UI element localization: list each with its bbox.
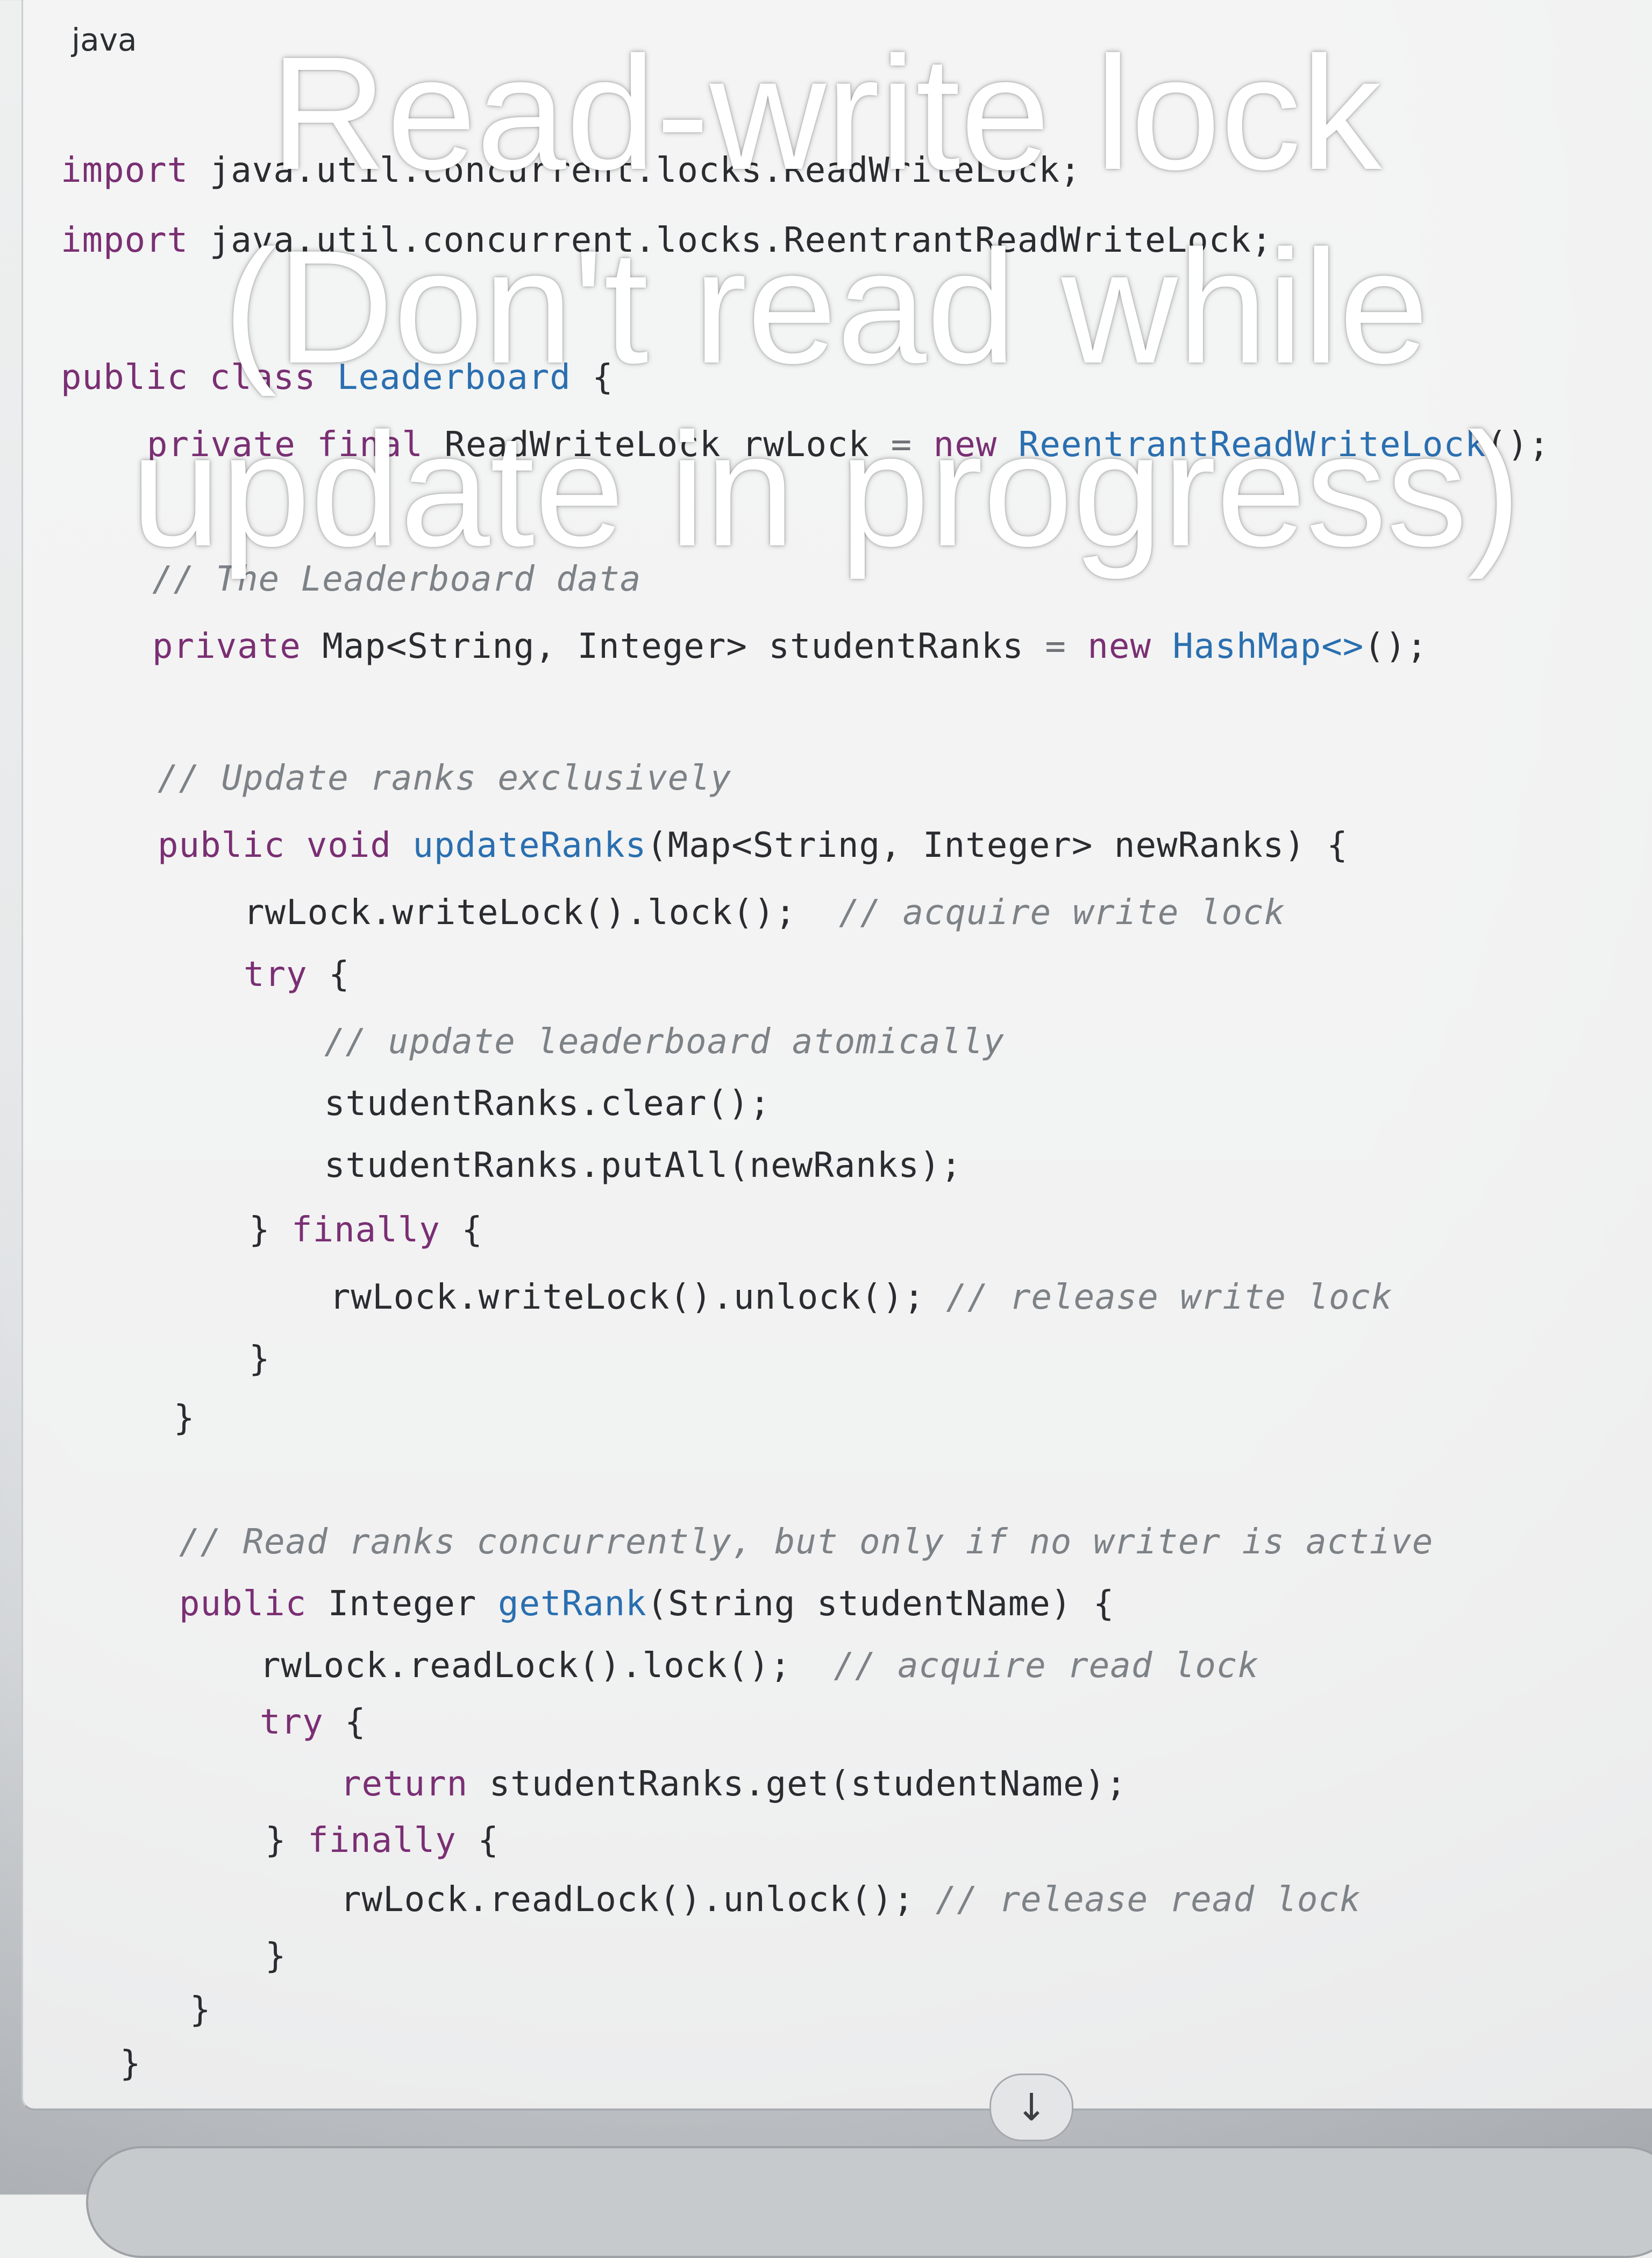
code-token: rwLock.writeLock().unlock(); xyxy=(330,1277,946,1317)
code-token: rwLock.readLock().unlock(); xyxy=(340,1880,936,1920)
code-token: // update leaderboard atomically xyxy=(324,1022,1005,1062)
code-token: (Map<String, Integer> newRanks) { xyxy=(646,826,1348,865)
code-line: studentRanks.putAll(newRanks); xyxy=(324,1146,962,1185)
code-token: try xyxy=(244,955,329,995)
scroll-down-button[interactable]: ↓ xyxy=(989,2074,1073,2141)
code-token: } xyxy=(249,1339,270,1379)
code-token: HashMap<> xyxy=(1172,627,1364,666)
code-line: } xyxy=(120,2044,141,2084)
code-line: try { xyxy=(244,955,350,995)
code-token: updateRanks xyxy=(412,826,647,865)
code-token: (); xyxy=(1364,627,1428,666)
code-token: } xyxy=(174,1398,195,1438)
arrow-down-icon: ↓ xyxy=(1015,2085,1048,2129)
code-line: // Update ranks exclusively xyxy=(158,758,731,798)
code-token: // release read lock xyxy=(935,1880,1361,1920)
code-line: try { xyxy=(260,1702,366,1742)
code-token: finally xyxy=(291,1210,462,1250)
code-token: studentRanks.putAll(newRanks); xyxy=(324,1146,962,1185)
code-token: // acquire read lock xyxy=(834,1646,1259,1686)
code-token: studentRanks xyxy=(768,627,1045,666)
code-line: public Integer getRank(String studentNam… xyxy=(179,1584,1114,1624)
code-token: { xyxy=(345,1702,366,1742)
code-token: new xyxy=(1087,627,1173,666)
code-token: public xyxy=(179,1584,328,1624)
code-token: // Read ranks concurrently, but only if … xyxy=(179,1522,1434,1562)
code-token: rwLock.readLock().lock(); xyxy=(260,1646,834,1686)
code-token: // Update ranks exclusively xyxy=(158,758,732,798)
code-line: studentRanks.clear(); xyxy=(324,1084,771,1124)
code-token: // acquire write lock xyxy=(838,893,1286,933)
code-line: public void updateRanks(Map<String, Inte… xyxy=(158,826,1348,865)
code-line: } xyxy=(265,1936,287,1976)
code-token: finally xyxy=(308,1821,478,1861)
code-token: // release write lock xyxy=(946,1277,1393,1317)
code-line: } xyxy=(249,1339,270,1379)
code-token: } xyxy=(265,1936,287,1976)
code-line: // Read ranks concurrently, but only if … xyxy=(179,1522,1433,1562)
code-line: return studentRanks.get(studentName); xyxy=(340,1764,1127,1804)
code-token: } xyxy=(249,1210,292,1250)
code-token: private xyxy=(152,627,323,666)
code-line: } finally { xyxy=(249,1210,483,1250)
code-line: // update leaderboard atomically xyxy=(324,1022,1005,1062)
code-token: } xyxy=(190,1990,211,2030)
code-token: } xyxy=(120,2044,141,2084)
caption-line-1: Read-write lock xyxy=(270,23,1382,203)
code-line: rwLock.readLock().unlock(); // release r… xyxy=(340,1880,1361,1920)
code-token: studentRanks.get(studentName); xyxy=(489,1764,1127,1804)
code-token: Map<String, Integer> xyxy=(322,627,769,666)
code-line: rwLock.writeLock().unlock(); // release … xyxy=(330,1277,1393,1317)
caption-line-3: update in progress) xyxy=(131,399,1521,580)
code-line: private Map<String, Integer> studentRank… xyxy=(152,627,1428,666)
code-line: } xyxy=(190,1990,211,2030)
code-token: studentRanks.clear(); xyxy=(324,1084,771,1124)
code-token: try xyxy=(260,1702,345,1742)
code-token: getRank xyxy=(497,1584,647,1624)
code-line: rwLock.writeLock().lock(); // acquire wr… xyxy=(244,893,1285,933)
message-input-box[interactable] xyxy=(86,2146,1652,2258)
code-line: } finally { xyxy=(265,1821,499,1861)
code-token: = xyxy=(1045,627,1088,666)
code-token: return xyxy=(340,1764,489,1804)
code-line: } xyxy=(174,1398,195,1438)
code-token: { xyxy=(329,955,350,995)
code-token: { xyxy=(478,1821,499,1861)
code-token: (String studentName) { xyxy=(646,1584,1115,1624)
code-line: rwLock.readLock().lock(); // acquire rea… xyxy=(260,1646,1259,1686)
code-token: rwLock.writeLock().lock(); xyxy=(244,893,839,933)
code-token: Integer xyxy=(327,1584,498,1624)
caption-line-2: (Don't read while xyxy=(223,216,1429,397)
code-token: } xyxy=(265,1821,308,1861)
code-token: public void xyxy=(158,826,413,865)
code-token: { xyxy=(461,1210,483,1250)
